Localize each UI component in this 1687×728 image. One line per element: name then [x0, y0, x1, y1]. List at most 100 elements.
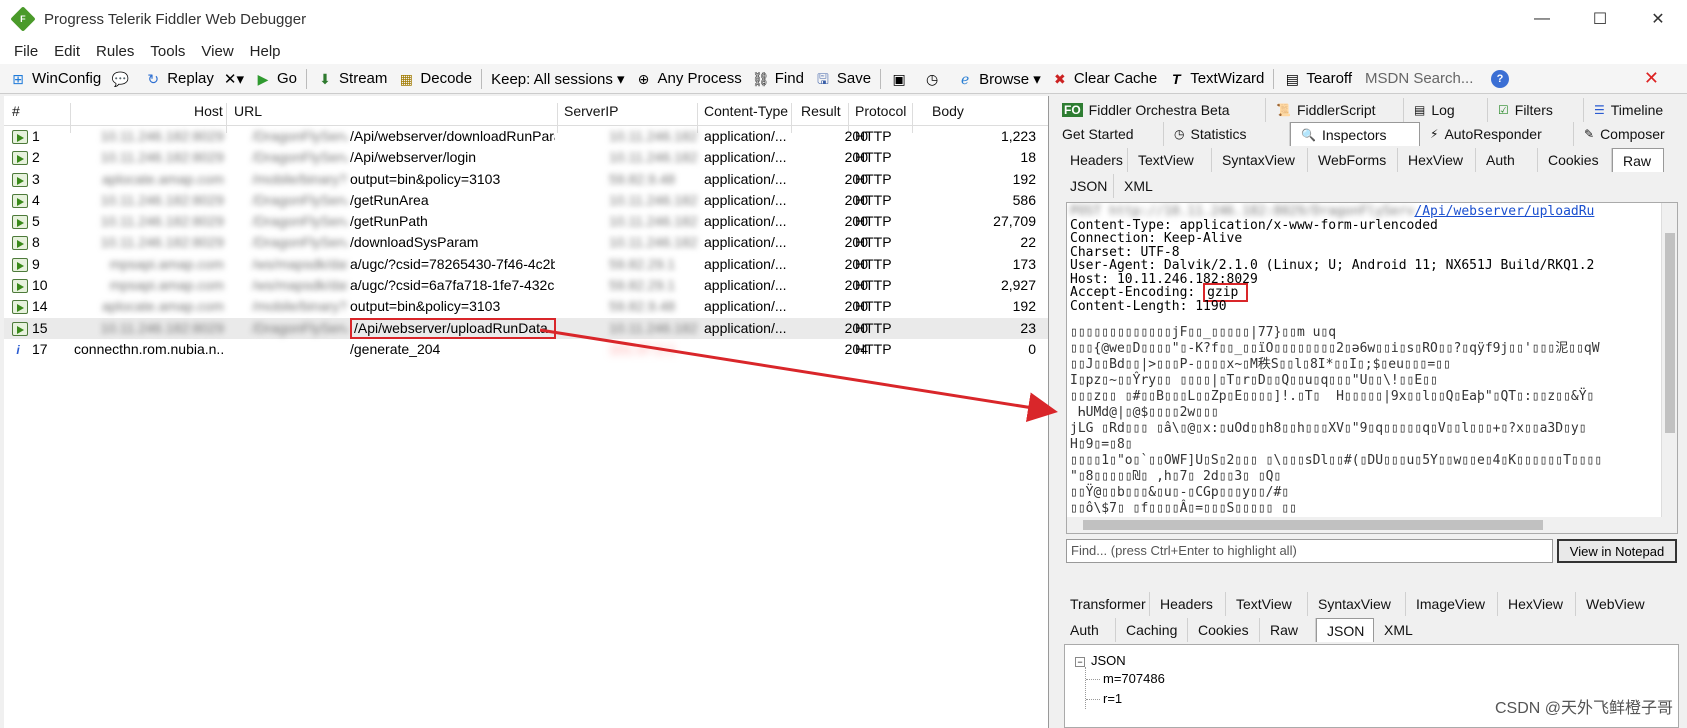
resp-tab-hexview[interactable]: HexView: [1498, 592, 1576, 616]
tab-log[interactable]: ▤ Log: [1404, 98, 1488, 122]
col-header-url[interactable]: URL: [234, 103, 262, 119]
session-row[interactable]: 3 aplocate.amap.com/mobile/binary? output=…: [4, 169, 1048, 190]
save-button[interactable]: 🖫 Save: [809, 66, 876, 92]
menu-rules[interactable]: Rules: [88, 43, 142, 60]
winconfig-button[interactable]: ⊞ WinConfig: [4, 66, 106, 92]
req-tab-json[interactable]: JSON: [1060, 174, 1114, 198]
minimize-button[interactable]: —: [1513, 0, 1571, 38]
req-tab-auth[interactable]: Auth: [1476, 148, 1538, 172]
view-in-notepad-button[interactable]: View in Notepad: [1557, 539, 1677, 563]
help-icon[interactable]: ?: [1491, 69, 1509, 88]
menu-help[interactable]: Help: [242, 43, 289, 60]
menu-edit[interactable]: Edit: [46, 43, 88, 60]
session-row[interactable]: 4 10.11.246.182:8029/DragonFlyServ/getRun…: [4, 190, 1048, 211]
resp-tab-transformer[interactable]: Transformer: [1060, 592, 1150, 616]
resp-tab-raw[interactable]: Raw: [1260, 618, 1316, 642]
tab-composer[interactable]: ✎ Composer: [1574, 122, 1682, 146]
any-process-button[interactable]: ⊕ Any Process: [630, 66, 747, 92]
close-toolbar-icon[interactable]: ✕: [1644, 68, 1659, 89]
resp-tab-syntaxview[interactable]: SyntaxView: [1308, 592, 1406, 616]
replay-button[interactable]: ↻ Replay: [139, 66, 219, 92]
scroll-thumb[interactable]: [1083, 520, 1543, 530]
req-tab-textview[interactable]: TextView: [1128, 148, 1212, 172]
req-tab-xml[interactable]: XML: [1114, 174, 1164, 198]
col-header-body[interactable]: Body: [932, 103, 964, 119]
resp-tab-webview[interactable]: WebView: [1576, 592, 1654, 616]
session-row[interactable]: 1 10.11.246.182:8029/DragonFlyServ/Api/we…: [4, 126, 1048, 147]
col-header-id[interactable]: #: [12, 103, 20, 119]
tab-fiddlerscript[interactable]: 📜 FiddlerScript: [1266, 98, 1404, 122]
resp-tab-headers[interactable]: Headers: [1150, 592, 1226, 616]
raw-request-view[interactable]: POST http://10.11.246.182:8029/DragonFly…: [1066, 202, 1678, 534]
tab-inspectors[interactable]: 🔍 Inspectors: [1290, 122, 1420, 146]
maximize-button[interactable]: ☐: [1571, 0, 1629, 38]
resp-tab-textview[interactable]: TextView: [1226, 592, 1308, 616]
session-cell-body: 192: [1012, 298, 1036, 315]
tab-autoresponder[interactable]: ⚡ AutoResponder: [1420, 122, 1574, 146]
json-tree-item[interactable]: r=1: [1103, 691, 1122, 706]
close-button[interactable]: ✕: [1629, 0, 1687, 38]
collapse-icon[interactable]: −: [1075, 657, 1085, 667]
find-input[interactable]: Find... (press Ctrl+Enter to highlight a…: [1066, 539, 1553, 563]
session-row[interactable]: 5 10.11.246.182:8029/DragonFlyServ/getRun…: [4, 211, 1048, 232]
tab-filters[interactable]: ☑ Filters: [1488, 98, 1584, 122]
msdn-search-input[interactable]: MSDN Search...: [1361, 68, 1481, 90]
req-tab-hexview[interactable]: HexView: [1398, 148, 1476, 172]
resp-tab-cookies[interactable]: Cookies: [1188, 618, 1260, 642]
tab-get-started[interactable]: Get Started: [1052, 122, 1164, 146]
timer-button[interactable]: ◷: [918, 66, 951, 92]
json-tree-item[interactable]: m=707486: [1103, 671, 1165, 686]
req-tab-cookies[interactable]: Cookies: [1538, 148, 1612, 172]
menu-view[interactable]: View: [193, 43, 241, 60]
req-tab-headers[interactable]: Headers: [1060, 148, 1128, 172]
remove-sessions-button[interactable]: ✕▾: [219, 66, 249, 92]
session-row[interactable]: 15 10.11.246.182:8029/DragonFlyServ/Api/w…: [4, 317, 1048, 339]
tab-timeline[interactable]: ☰ Timeline: [1584, 98, 1682, 122]
menu-tools[interactable]: Tools: [142, 43, 193, 60]
col-header-serverip[interactable]: ServerIP: [564, 103, 618, 119]
keep-sessions-dropdown[interactable]: Keep: All sessions ▾: [486, 66, 629, 92]
horizontal-scrollbar[interactable]: [1067, 517, 1663, 533]
tab-fiddler-orchestra[interactable]: FO Fiddler Orchestra Beta: [1052, 98, 1266, 122]
req-tab-webforms[interactable]: WebForms: [1308, 148, 1398, 172]
binary-line: "▯8▯▯▯▯▯₪▯ ,h▯7▯ 2d▯▯3▯ ▯Q▯: [1070, 469, 1282, 484]
col-header-result[interactable]: Result: [801, 103, 841, 119]
col-header-host[interactable]: Host: [194, 103, 223, 119]
req-tab-raw[interactable]: Raw: [1612, 148, 1664, 172]
session-cell-url-hidden: /DragonFlyServ: [252, 319, 347, 336]
vertical-scrollbar[interactable]: [1661, 203, 1677, 533]
decode-button[interactable]: ▦ Decode: [392, 66, 477, 92]
find-button[interactable]: ⛓ Find: [747, 66, 809, 92]
session-row[interactable]: 9 mpsapi.amap.com/ws/mapsdk/dat a/ugc/?csi…: [4, 254, 1048, 275]
request-url-link[interactable]: /Api/webserver/uploadRu: [1414, 204, 1594, 219]
col-header-content-type[interactable]: Content-Type: [704, 103, 788, 119]
resp-tab-auth[interactable]: Auth: [1060, 618, 1116, 642]
go-button[interactable]: ▶ Go: [249, 66, 302, 92]
session-cell-ip: 10.11.246.182: [609, 149, 698, 166]
session-row[interactable]: i 17 connecthn.rom.nubia.n... /generate_204…: [4, 339, 1048, 360]
session-cell-id: 17: [32, 340, 48, 357]
textwizard-button[interactable]: T TextWizard: [1162, 66, 1269, 92]
col-header-protocol[interactable]: Protocol: [855, 103, 906, 119]
browse-button[interactable]: ℯ Browse ▾: [951, 66, 1046, 92]
resp-tab-json[interactable]: JSON: [1316, 618, 1374, 642]
session-row[interactable]: 14 aplocate.amap.com/mobile/binary? output…: [4, 296, 1048, 317]
session-row[interactable]: 2 10.11.246.182:8029/DragonFlyServ/Api/we…: [4, 147, 1048, 168]
clear-cache-button[interactable]: ✖ Clear Cache: [1046, 66, 1162, 92]
menu-file[interactable]: File: [6, 43, 46, 60]
session-row[interactable]: 8 10.11.246.182:8029/DragonFlyServ/downlo…: [4, 232, 1048, 253]
resp-tab-imageview[interactable]: ImageView: [1406, 592, 1498, 616]
comment-button[interactable]: 💬: [106, 66, 139, 92]
session-cell-protocol: HTTP: [855, 277, 892, 294]
session-cell-protocol: HTTP: [855, 149, 892, 166]
json-tree-root[interactable]: − JSON: [1075, 653, 1126, 668]
stream-button[interactable]: ⬇ Stream: [311, 66, 392, 92]
req-tab-syntaxview[interactable]: SyntaxView: [1212, 148, 1308, 172]
session-row[interactable]: 10 mpsapi.amap.com/ws/mapsdk/dat a/ugc/?cs…: [4, 275, 1048, 296]
resp-tab-caching[interactable]: Caching: [1116, 618, 1188, 642]
tab-statistics[interactable]: ◷ Statistics: [1164, 122, 1290, 146]
tearoff-button[interactable]: ▤ Tearoff: [1278, 66, 1357, 92]
scroll-thumb[interactable]: [1665, 233, 1675, 433]
screenshot-button[interactable]: ▣: [885, 66, 918, 92]
resp-tab-xml[interactable]: XML: [1374, 618, 1424, 642]
